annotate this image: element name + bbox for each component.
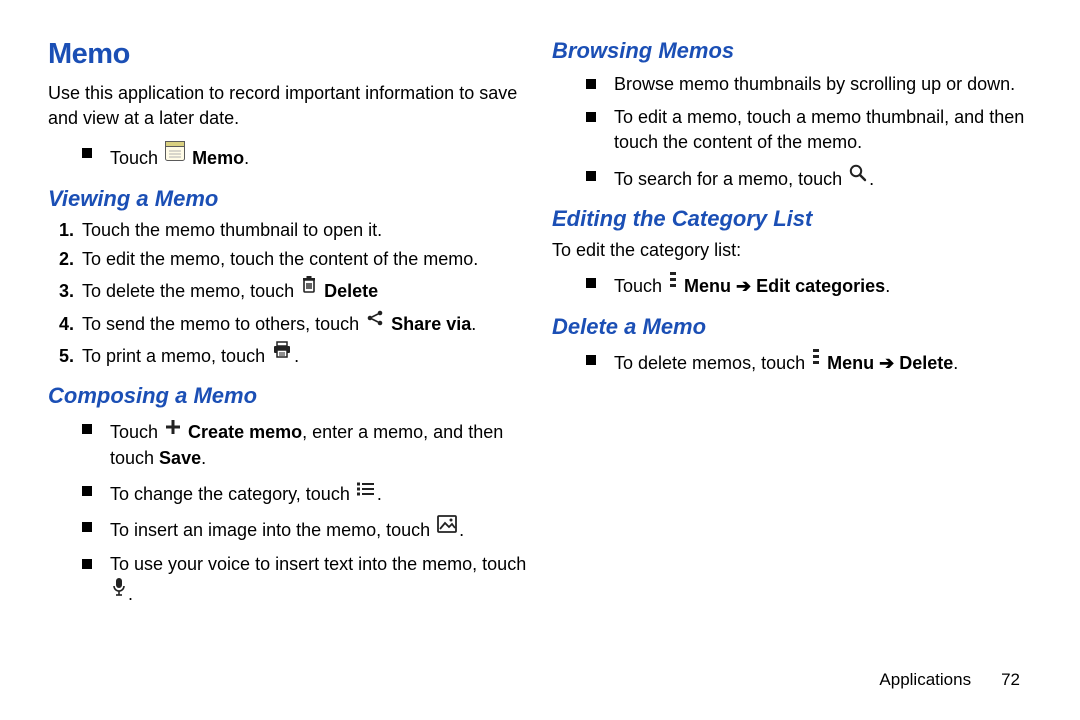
image-icon (437, 515, 457, 540)
composing-list: Touch Create memo, enter a memo, and the… (82, 417, 528, 607)
viewing-step-2: 2.To edit the memo, touch the content of… (82, 247, 528, 272)
footer-page-number: 72 (1001, 670, 1020, 689)
editing-list: Touch Menu ➔ Edit categories. (586, 271, 1032, 299)
page-footer: Applications 72 (879, 670, 1020, 690)
browsing-item-3: To search for a memo, touch . (586, 164, 1032, 192)
composing-item-3: To insert an image into the memo, touch … (82, 515, 528, 543)
viewing-heading: Viewing a Memo (48, 186, 528, 212)
touch-memo-item: Touch Memo. (82, 141, 528, 171)
touch-suffix: . (244, 149, 249, 169)
browsing-item-2: To edit a memo, touch a memo thumbnail, … (586, 105, 1032, 155)
delete-item: To delete memos, touch Menu ➔ Delete. (586, 348, 1032, 376)
editing-item: Touch Menu ➔ Edit categories. (586, 271, 1032, 299)
viewing-step-1: 1.Touch the memo thumbnail to open it. (82, 218, 528, 243)
viewing-step-3: 3.To delete the memo, touch Delete (82, 276, 528, 304)
viewing-list: 1.Touch the memo thumbnail to open it. 2… (82, 218, 528, 370)
browsing-list: Browse memo thumbnails by scrolling up o… (586, 72, 1032, 192)
viewing-step-4: 4.To send the memo to others, touch Shar… (82, 309, 528, 337)
viewing-step-5: 5.To print a memo, touch . (82, 341, 528, 369)
editing-lead: To edit the category list: (552, 238, 1032, 263)
memo-label: Memo (192, 149, 244, 169)
browsing-item-1: Browse memo thumbnails by scrolling up o… (586, 72, 1032, 97)
browsing-heading: Browsing Memos (552, 38, 1032, 64)
menu-icon (812, 348, 820, 373)
menu-icon (669, 271, 677, 296)
composing-item-1: Touch Create memo, enter a memo, and the… (82, 417, 528, 471)
page-title: Memo (48, 38, 528, 71)
print-icon (272, 341, 292, 366)
footer-label: Applications (879, 670, 971, 689)
manual-page: Memo Use this application to record impo… (0, 0, 1080, 720)
trash-icon (301, 276, 317, 301)
intro-paragraph: Use this application to record important… (48, 81, 528, 131)
delete-list: To delete memos, touch Menu ➔ Delete. (586, 348, 1032, 376)
composing-item-4: To use your voice to insert text into th… (82, 552, 528, 608)
editing-heading: Editing the Category List (552, 206, 1032, 232)
touch-prefix: Touch (110, 149, 163, 169)
delete-heading: Delete a Memo (552, 314, 1032, 340)
composing-item-2: To change the category, touch . (82, 479, 528, 507)
search-icon (849, 164, 867, 189)
plus-icon (165, 417, 181, 442)
composing-heading: Composing a Memo (48, 383, 528, 409)
right-column: Browsing Memos Browse memo thumbnails by… (552, 38, 1032, 720)
mic-icon (112, 577, 126, 604)
memo-app-icon (165, 141, 185, 168)
share-icon (366, 309, 384, 334)
touch-memo-list: Touch Memo. (82, 141, 528, 171)
list-icon (357, 479, 375, 504)
left-column: Memo Use this application to record impo… (48, 38, 528, 720)
